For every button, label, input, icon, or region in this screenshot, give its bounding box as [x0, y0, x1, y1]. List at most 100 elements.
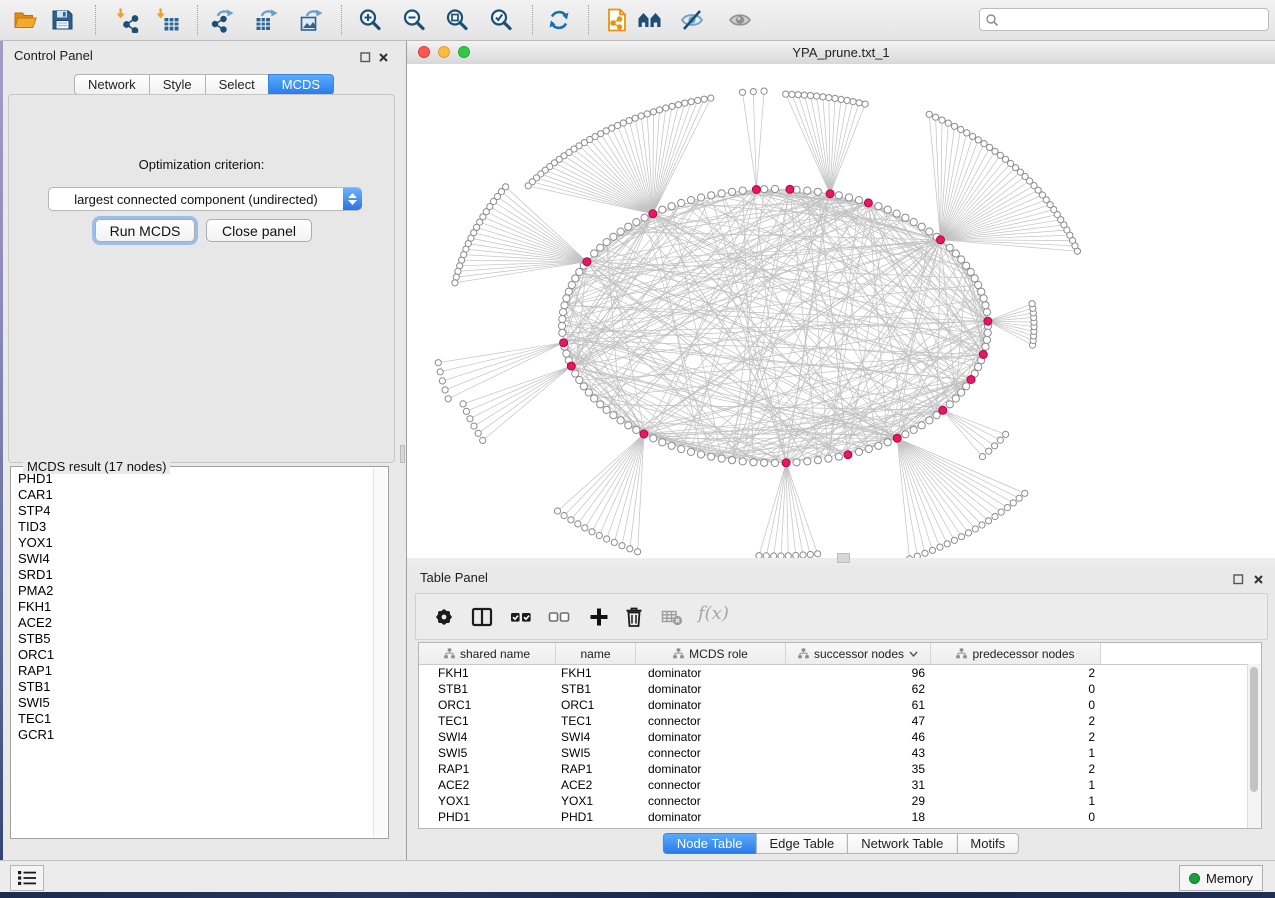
- open-file-icon[interactable]: [12, 7, 38, 33]
- table-row[interactable]: ACE2ACE2connector311: [419, 777, 1261, 793]
- clone-network-icon[interactable]: [604, 7, 630, 33]
- settings-gear-icon[interactable]: [433, 606, 455, 628]
- table-row[interactable]: FKH1FKH1dominator962: [419, 665, 1261, 681]
- column-header-name[interactable]: name: [556, 643, 636, 664]
- hide-graphics-details-icon[interactable]: [679, 7, 705, 33]
- export-network-icon[interactable]: [210, 7, 236, 33]
- run-mcds-button[interactable]: Run MCDS: [95, 219, 195, 242]
- tab-motifs[interactable]: Motifs: [956, 833, 1019, 854]
- cell-successor-nodes: 62: [786, 681, 931, 697]
- table-row[interactable]: ORC1ORC1dominator610: [419, 697, 1261, 713]
- task-history-button[interactable]: [10, 865, 44, 891]
- close-panel-icon[interactable]: [1253, 572, 1264, 583]
- cell-mcds-role: dominator: [636, 809, 786, 825]
- mcds-result-item[interactable]: YOX1: [12, 535, 374, 551]
- zoom-selected-icon[interactable]: [488, 7, 514, 33]
- float-panel-icon[interactable]: [360, 50, 371, 61]
- export-table-icon[interactable]: [254, 7, 280, 33]
- mcds-result-list[interactable]: PHD1CAR1STP4TID3YOX1SWI4SRD1PMA2FKH1ACE2…: [12, 471, 374, 837]
- close-panel-button[interactable]: Close panel: [206, 219, 312, 242]
- select-stepper-icon: [343, 188, 362, 210]
- mcds-list-scrollbar[interactable]: [373, 468, 387, 837]
- network-window-title: YPA_prune.txt_1: [407, 45, 1275, 60]
- mcds-result-item[interactable]: STB1: [12, 679, 374, 695]
- cell-shared-name: STB1: [419, 681, 556, 697]
- mcds-result-item[interactable]: SRD1: [12, 567, 374, 583]
- mcds-result-item[interactable]: PMA2: [12, 583, 374, 599]
- zoom-fit-icon[interactable]: [444, 7, 470, 33]
- close-panel-icon[interactable]: [378, 50, 389, 61]
- mcds-result-item[interactable]: STP4: [12, 503, 374, 519]
- column-header-successor-nodes[interactable]: successor nodes: [786, 643, 931, 664]
- mcds-result-item[interactable]: RAP1: [12, 663, 374, 679]
- tab-style[interactable]: Style: [149, 74, 206, 95]
- cell-successor-nodes: 31: [786, 777, 931, 793]
- float-panel-icon[interactable]: [1233, 572, 1244, 583]
- mcds-result-item[interactable]: STB5: [12, 631, 374, 647]
- mcds-result-item[interactable]: ACE2: [12, 615, 374, 631]
- column-header-predecessor-nodes[interactable]: predecessor nodes: [931, 643, 1101, 664]
- tab-node-table[interactable]: Node Table: [663, 833, 757, 854]
- mcds-result-item[interactable]: SWI5: [12, 695, 374, 711]
- splitter-grip[interactable]: [400, 445, 405, 463]
- tab-select[interactable]: Select: [205, 74, 269, 95]
- zoom-out-icon[interactable]: [401, 7, 427, 33]
- mcds-result-item[interactable]: TEC1: [12, 711, 374, 727]
- search-box[interactable]: [979, 8, 1269, 31]
- control-panel-title: Control Panel: [14, 48, 93, 63]
- horizontal-splitter[interactable]: [407, 558, 1275, 565]
- show-columns-icon[interactable]: [471, 606, 493, 628]
- table-row[interactable]: TEC1TEC1connector472: [419, 713, 1261, 729]
- import-table-icon[interactable]: [155, 7, 181, 33]
- mcds-result-item[interactable]: CAR1: [12, 487, 374, 503]
- show-graphics-details-icon[interactable]: [727, 7, 753, 33]
- add-column-icon[interactable]: [588, 606, 610, 628]
- cell-name: PHD1: [556, 809, 636, 825]
- network-graph: [407, 64, 1275, 558]
- import-network-icon[interactable]: [115, 7, 141, 33]
- cell-predecessor-nodes: 1: [931, 745, 1101, 761]
- vertical-splitter[interactable]: [400, 41, 407, 860]
- network-window-titlebar[interactable]: YPA_prune.txt_1: [407, 41, 1275, 65]
- table-row[interactable]: STB1STB1dominator620: [419, 681, 1261, 697]
- table-row[interactable]: PHD1PHD1dominator180: [419, 809, 1261, 825]
- table-row[interactable]: SWI4SWI4dominator462: [419, 729, 1261, 745]
- delete-column-icon[interactable]: [623, 606, 645, 628]
- cell-shared-name: SWI5: [419, 745, 556, 761]
- deselect-all-icon[interactable]: [548, 606, 570, 628]
- optimization-criterion-select[interactable]: largest connected component (undirected): [48, 187, 362, 211]
- mcds-result-item[interactable]: GCR1: [12, 727, 374, 743]
- scrollbar-thumb[interactable]: [1250, 667, 1258, 792]
- network-view-canvas[interactable]: [407, 64, 1275, 558]
- mcds-result-item[interactable]: ORC1: [12, 647, 374, 663]
- table-row[interactable]: RAP1RAP1dominator352: [419, 761, 1261, 777]
- export-image-icon[interactable]: [299, 7, 325, 33]
- zoom-in-icon[interactable]: [357, 7, 383, 33]
- mcds-result-item[interactable]: SWI4: [12, 551, 374, 567]
- tab-mcds[interactable]: MCDS: [268, 74, 334, 95]
- search-input[interactable]: [999, 12, 1268, 28]
- tab-network-table[interactable]: Network Table: [847, 833, 957, 854]
- tab-network[interactable]: Network: [74, 74, 150, 95]
- mcds-result-item[interactable]: TID3: [12, 519, 374, 535]
- binoculars-icon[interactable]: [637, 7, 663, 33]
- mcds-result-item[interactable]: FKH1: [12, 599, 374, 615]
- save-session-icon[interactable]: [49, 7, 75, 33]
- splitter-grip[interactable]: [837, 553, 850, 563]
- select-all-icon[interactable]: [510, 606, 532, 628]
- cell-predecessor-nodes: 1: [931, 777, 1101, 793]
- cell-name: STB1: [556, 681, 636, 697]
- table-row[interactable]: YOX1YOX1connector291: [419, 793, 1261, 809]
- tab-edge-table[interactable]: Edge Table: [755, 833, 848, 854]
- mcds-result-item[interactable]: PHD1: [12, 471, 374, 487]
- memory-button[interactable]: Memory: [1179, 865, 1263, 891]
- node-table[interactable]: shared name name MCDS role successor nod…: [418, 642, 1262, 829]
- column-header-mcds-role[interactable]: MCDS role: [636, 643, 786, 664]
- refresh-icon[interactable]: [546, 7, 572, 33]
- table-scrollbar[interactable]: [1247, 664, 1261, 828]
- column-header-shared-name[interactable]: shared name: [419, 643, 556, 664]
- table-row[interactable]: SWI5SWI5connector431: [419, 745, 1261, 761]
- cell-mcds-role: dominator: [636, 681, 786, 697]
- function-builder-icon: f(x): [698, 603, 729, 624]
- cell-successor-nodes: 35: [786, 761, 931, 777]
